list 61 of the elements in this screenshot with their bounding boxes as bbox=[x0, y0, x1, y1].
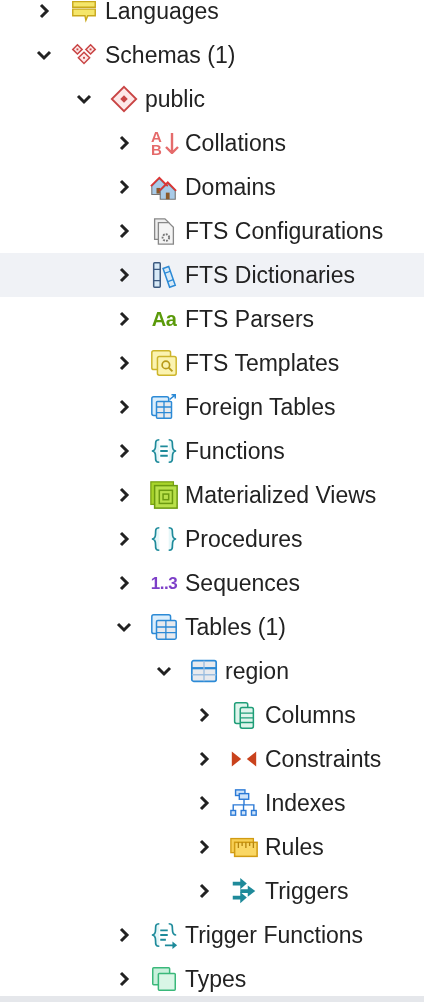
chevron-right-icon[interactable] bbox=[118, 399, 130, 415]
chevron-down-icon[interactable] bbox=[36, 49, 52, 61]
tree-item-label: Trigger Functions bbox=[185, 920, 364, 950]
icon-label: AB bbox=[150, 130, 163, 156]
tree-item-label: Foreign Tables bbox=[185, 392, 336, 422]
chevron-down-icon[interactable] bbox=[76, 93, 92, 105]
squares-icon bbox=[149, 964, 179, 994]
tree-item-label: Indexes bbox=[265, 788, 346, 818]
tree-item-label: FTS Templates bbox=[185, 348, 340, 378]
down-arrow-icon bbox=[164, 132, 179, 154]
tree-item-label: Constraints bbox=[265, 744, 382, 774]
chevron-down-icon[interactable] bbox=[116, 621, 132, 633]
table-icon bbox=[149, 612, 179, 642]
chevron-right-icon[interactable] bbox=[118, 179, 130, 195]
tree-item-label: Collations bbox=[185, 128, 286, 158]
table-link-icon bbox=[149, 392, 179, 422]
tree-item-label: FTS Dictionaries bbox=[185, 260, 355, 290]
chevron-right-icon[interactable] bbox=[118, 267, 130, 283]
nested-squares-icon bbox=[149, 480, 179, 510]
tree-item-label: Columns bbox=[265, 700, 356, 730]
icon-label: 1..3 bbox=[150, 574, 178, 592]
chevron-right-icon[interactable] bbox=[118, 443, 130, 459]
tree-item-label: Tables (1) bbox=[185, 612, 286, 642]
braces-icon bbox=[149, 436, 179, 466]
chevron-right-icon[interactable] bbox=[198, 839, 210, 855]
tree-item-label: Rules bbox=[265, 832, 324, 862]
tree-item-label: Languages bbox=[105, 0, 219, 26]
chevron-right-icon[interactable] bbox=[118, 927, 130, 943]
tree-item-label: region bbox=[225, 656, 289, 686]
tree-item-label: Materialized Views bbox=[185, 480, 377, 510]
tree-item-label: Domains bbox=[185, 172, 276, 202]
tree-item-label: Triggers bbox=[265, 876, 349, 906]
tree-item-label: FTS Configurations bbox=[185, 216, 384, 246]
tree-item-label: Sequences bbox=[185, 568, 301, 598]
tree-item-label: Procedures bbox=[185, 524, 303, 554]
tree-item-label: Schemas (1) bbox=[105, 40, 236, 70]
tree-item-label: public bbox=[145, 84, 206, 114]
chevron-right-icon[interactable] bbox=[118, 531, 130, 547]
chevron-right-icon[interactable] bbox=[118, 575, 130, 591]
braces-icon bbox=[149, 524, 179, 554]
chevron-right-icon[interactable] bbox=[118, 355, 130, 371]
chevron-right-icon[interactable] bbox=[118, 135, 130, 151]
tree-item-label: Types bbox=[185, 964, 247, 994]
diamond-icon bbox=[109, 84, 139, 114]
chevron-right-icon[interactable] bbox=[198, 795, 210, 811]
chevron-right-icon[interactable] bbox=[198, 883, 210, 899]
tree-item-highlighted[interactable]: FTS Dictionaries bbox=[0, 253, 424, 297]
chevron-right-icon[interactable] bbox=[38, 3, 50, 19]
chevron-down-icon[interactable] bbox=[156, 665, 172, 677]
documents-search-icon bbox=[149, 348, 179, 378]
braces-arrow-icon bbox=[149, 920, 179, 950]
chevron-right-icon[interactable] bbox=[118, 487, 130, 503]
icon-label: Aa bbox=[151, 309, 177, 329]
chevron-right-icon[interactable] bbox=[118, 311, 130, 327]
chevron-right-icon[interactable] bbox=[118, 971, 130, 987]
tree-item-label: FTS Parsers bbox=[185, 304, 315, 334]
hierarchy-icon bbox=[229, 788, 259, 818]
tree-item-label: Functions bbox=[185, 436, 285, 466]
chevron-right-icon[interactable] bbox=[198, 751, 210, 767]
chevron-right-icon[interactable] bbox=[118, 223, 130, 239]
chevron-right-icon[interactable] bbox=[198, 707, 210, 723]
